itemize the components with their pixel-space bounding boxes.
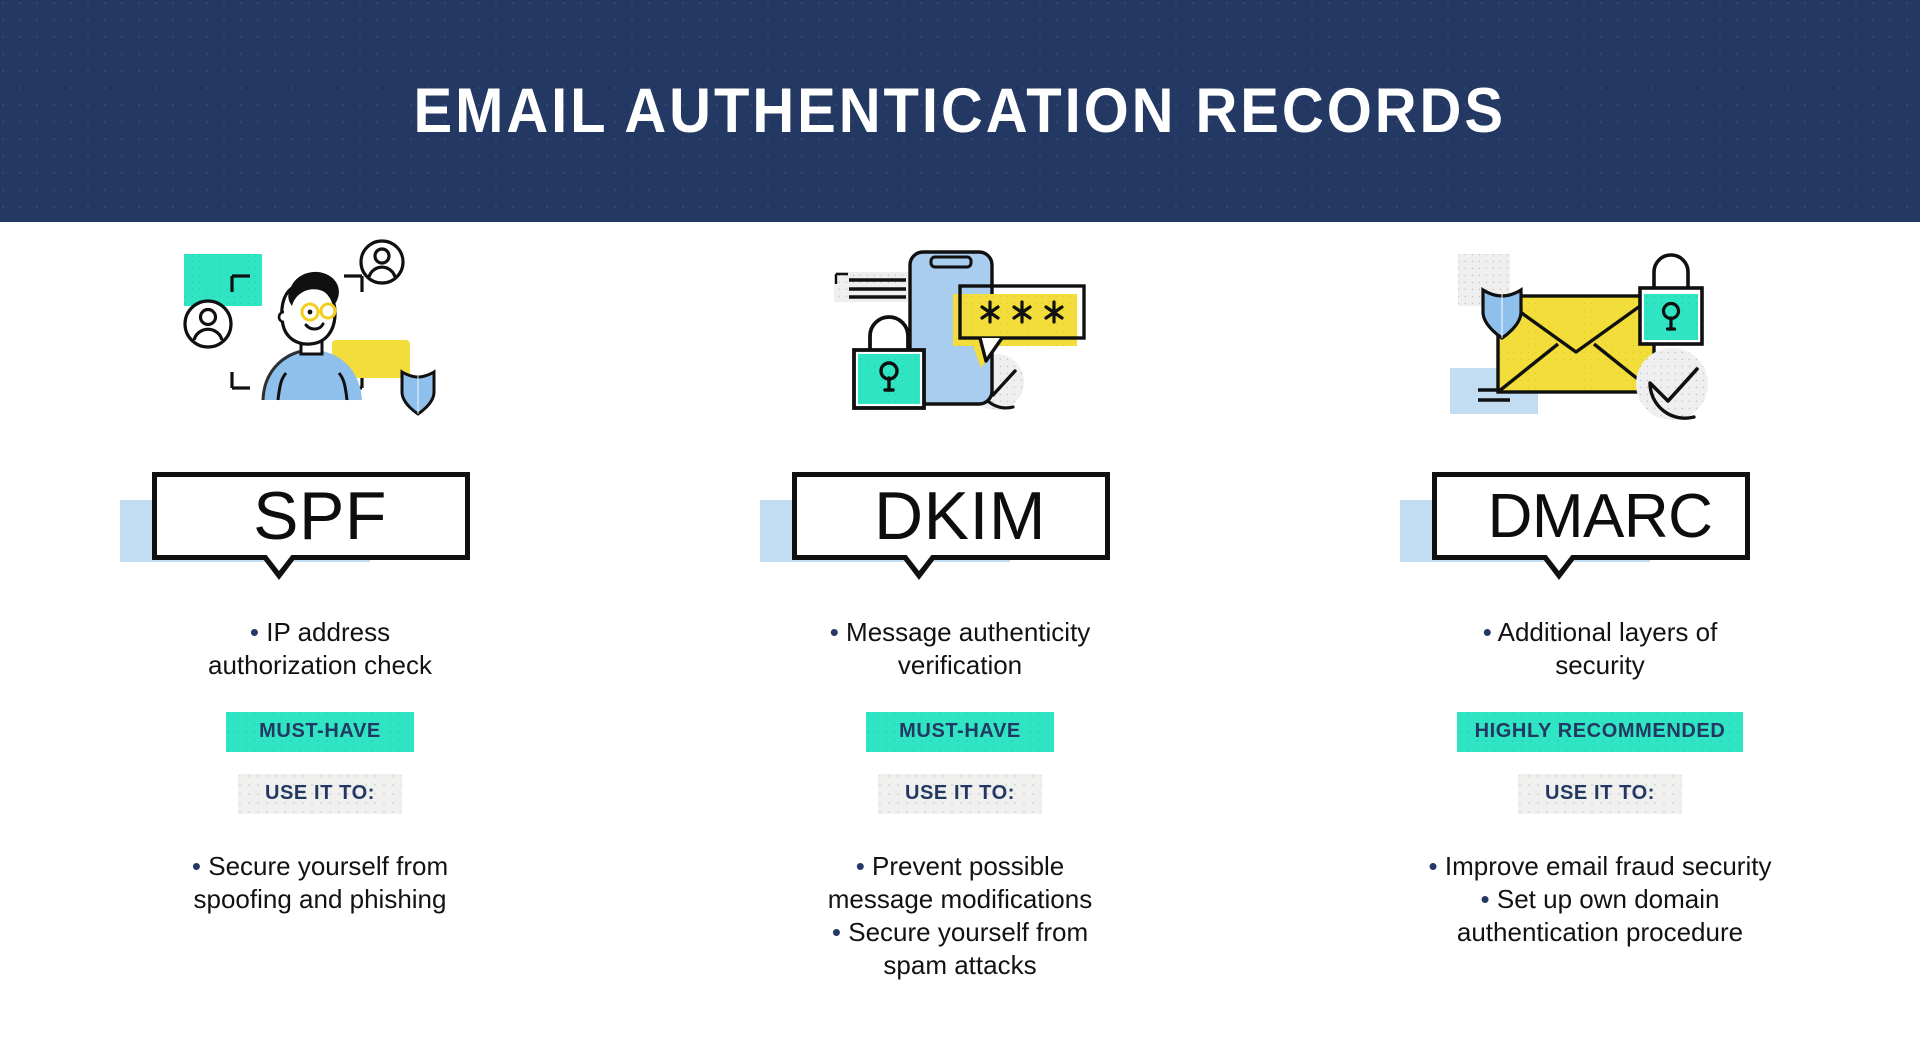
status-badge-dkim: MUST-HAVE <box>866 712 1054 752</box>
list-item: • Secure yourself from spam attacks <box>745 916 1175 982</box>
summary-spf: • IP address authorization check <box>110 616 530 682</box>
bullet-icon: • <box>191 851 201 881</box>
label-bubble-dkim: DKIM <box>760 450 1160 580</box>
summary-line-2: security <box>1555 650 1645 680</box>
use-badge-spf: USE IT TO: <box>238 774 402 814</box>
page-title: EMAIL AUTHENTICATION RECORDS <box>413 76 1507 146</box>
bullet-icon: • <box>855 851 865 881</box>
summary-line-1: IP address <box>266 617 391 647</box>
record-label-dkim: DKIM <box>874 478 1046 554</box>
summary-dkim: • Message authenticity verification <box>750 616 1170 682</box>
column-dmarc: DMARC • Additional layers of security HI… <box>1280 222 1920 1057</box>
use-line-1: Improve email fraud security <box>1444 851 1772 881</box>
person-identity-verification-illustration <box>170 232 470 432</box>
phone-password-lock-illustration <box>810 232 1110 432</box>
label-bubble-spf: SPF <box>120 450 520 580</box>
page-header: EMAIL AUTHENTICATION RECORDS <box>0 0 1920 222</box>
record-label-spf: SPF <box>253 478 387 554</box>
bullet-icon: • <box>1480 884 1490 914</box>
record-columns: SPF • IP address authorization check MUS… <box>0 222 1920 1057</box>
use-line-1: Set up own domain <box>1496 884 1720 914</box>
envelope-lock-shield-illustration <box>1450 232 1750 432</box>
label-bubble-dmarc: DMARC <box>1400 450 1800 580</box>
use-badge-dmarc: USE IT TO: <box>1518 774 1682 814</box>
infographic-page: EMAIL AUTHENTICATION RECORDS SPF • IP ad… <box>0 0 1920 1057</box>
use-badge-dkim: USE IT TO: <box>878 774 1042 814</box>
summary-line-2: authorization check <box>207 650 433 680</box>
bullet-icon: • <box>249 617 260 647</box>
use-line-1: Secure yourself from <box>208 851 449 881</box>
column-spf: SPF • IP address authorization check MUS… <box>0 222 640 1057</box>
record-label-dmarc: DMARC <box>1487 481 1713 551</box>
list-item: • Prevent possible message modifications <box>745 850 1175 916</box>
bullet-icon: • <box>829 617 839 647</box>
use-line-1: Secure yourself from <box>848 917 1089 947</box>
summary-line-1: Additional layers of <box>1497 617 1718 647</box>
uses-list-dkim: • Prevent possible message modifications… <box>745 850 1175 982</box>
uses-list-spf: • Secure yourself from spoofing and phis… <box>105 850 535 916</box>
summary-dmarc: • Additional layers of security <box>1390 616 1810 682</box>
status-badge-dmarc: HIGHLY RECOMMENDED <box>1456 712 1744 752</box>
use-line-2: spam attacks <box>883 950 1037 980</box>
bullet-icon: • <box>1428 851 1438 881</box>
bullet-icon: • <box>831 917 841 947</box>
use-line-1: Prevent possible <box>872 851 1065 881</box>
list-item: • Secure yourself from spoofing and phis… <box>105 850 535 916</box>
list-item: • Improve email fraud security <box>1385 850 1815 883</box>
status-badge-spf: MUST-HAVE <box>226 712 414 752</box>
uses-list-dmarc: • Improve email fraud security • Set up … <box>1385 850 1815 949</box>
use-line-2: message modifications <box>827 884 1093 914</box>
use-line-2: authentication procedure <box>1456 917 1744 947</box>
summary-line-2: verification <box>897 650 1023 680</box>
list-item: • Set up own domain authentication proce… <box>1385 883 1815 949</box>
use-line-2: spoofing and phishing <box>193 884 447 914</box>
bullet-icon: • <box>1482 617 1492 647</box>
summary-line-1: Message authenticity <box>846 617 1091 647</box>
column-dkim: DKIM • Message authenticity verification… <box>640 222 1280 1057</box>
